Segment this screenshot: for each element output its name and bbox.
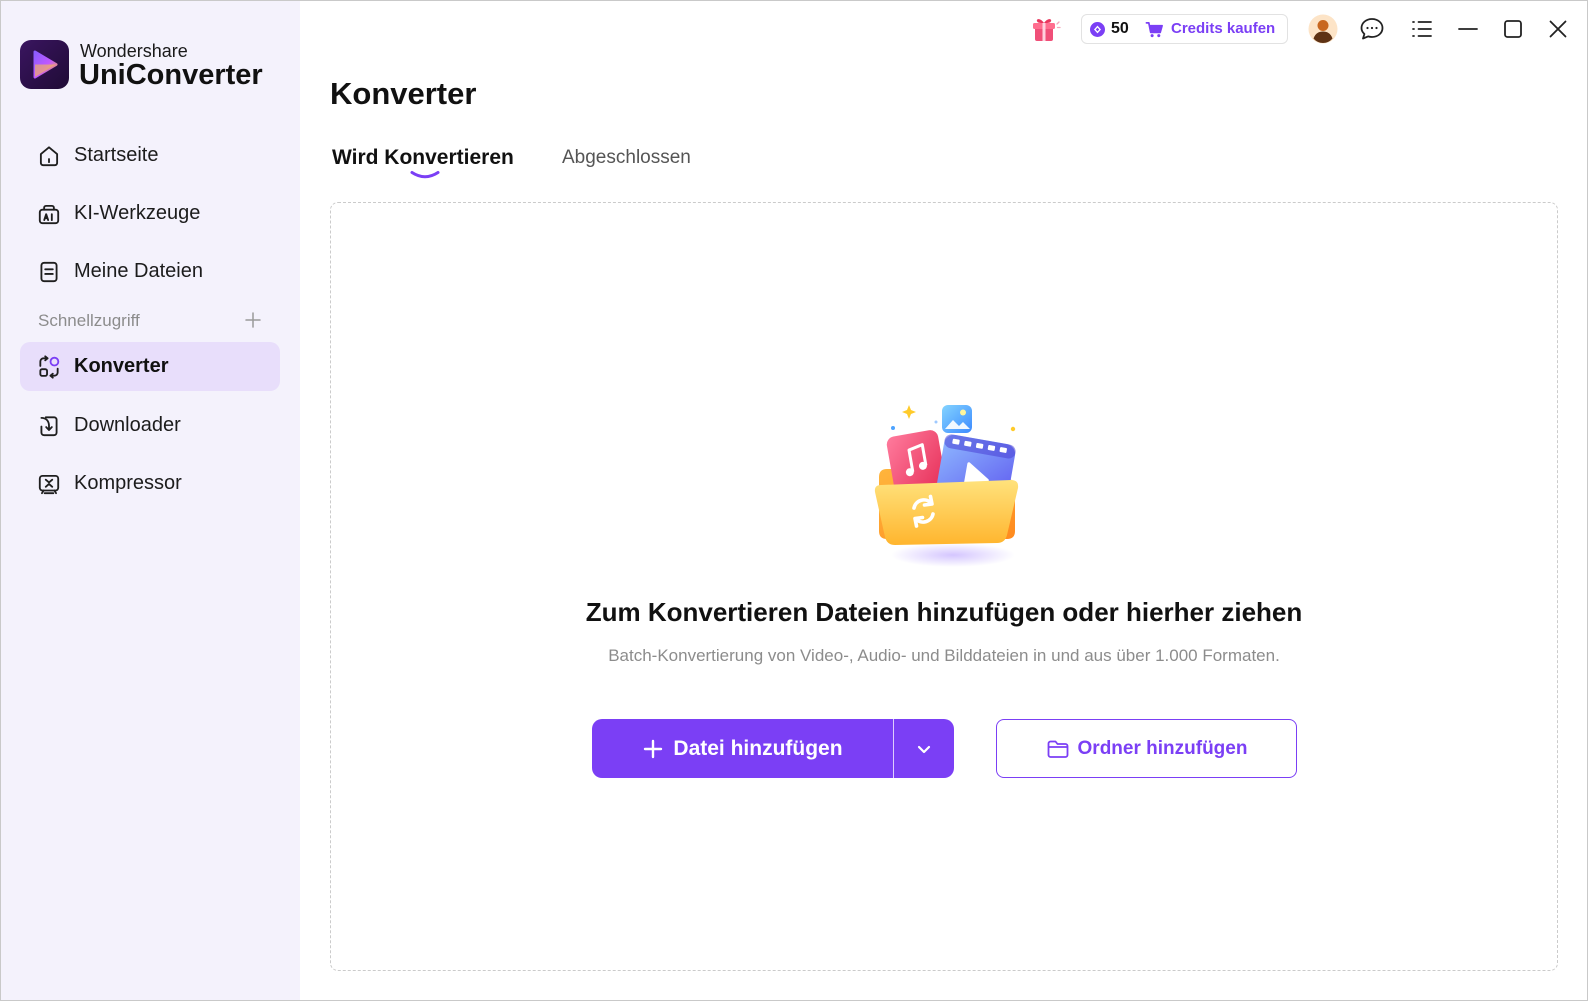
add-file-label: Datei hinzufügen <box>673 736 843 760</box>
credits-count: 50 <box>1111 20 1129 37</box>
plus-icon <box>642 738 664 760</box>
sidebar-item-konverter[interactable]: Konverter <box>20 342 280 391</box>
sidebar-item-label: Kompressor <box>74 472 182 494</box>
brand-name: Wondershare <box>80 41 188 61</box>
sidebar-item-kompressor[interactable]: Kompressor <box>20 459 280 508</box>
sidebar-item-label: KI-Werkzeuge <box>74 202 201 224</box>
add-file-options-button[interactable] <box>894 719 954 778</box>
tab-abgeschlossen[interactable]: Abgeschlossen <box>562 144 691 172</box>
media-folder-illustration <box>873 399 1028 571</box>
tab-wird-konvertieren[interactable]: Wird Konvertieren <box>332 144 514 172</box>
converter-icon <box>36 354 62 380</box>
downloader-icon <box>36 413 62 439</box>
sidebar-item-ki-werkzeuge[interactable]: KI-Werkzeuge <box>20 189 280 238</box>
sidebar-item-startseite[interactable]: Startseite <box>20 131 280 180</box>
product-name: UniConverter <box>79 59 263 91</box>
ai-tools-icon <box>36 201 62 227</box>
add-folder-label: Ordner hinzufügen <box>1077 737 1248 759</box>
active-tab-indicator <box>410 170 440 180</box>
sidebar-item-label: Downloader <box>74 414 181 436</box>
cart-icon <box>1145 20 1164 39</box>
files-icon <box>36 259 62 285</box>
sidebar-item-label: Meine Dateien <box>74 260 203 282</box>
credits-pill[interactable]: 50 Credits kaufen <box>1081 14 1288 44</box>
page-title: Konverter <box>330 76 477 111</box>
minimize-icon[interactable] <box>1458 19 1478 39</box>
sidebar-item-label: Konverter <box>74 355 169 377</box>
app-window: Wondershare UniConverter Startseite KI-W… <box>0 0 1588 1001</box>
sidebar-item-meine-dateien[interactable]: Meine Dateien <box>20 247 280 296</box>
quick-access-label: Schnellzugriff <box>38 311 140 330</box>
maximize-icon[interactable] <box>1503 19 1523 39</box>
sidebar-item-downloader[interactable]: Downloader <box>20 401 280 450</box>
folder-icon <box>1046 737 1070 761</box>
sidebar: Wondershare UniConverter Startseite KI-W… <box>0 0 300 1001</box>
menu-list-icon[interactable] <box>1410 17 1434 41</box>
home-icon <box>36 143 62 169</box>
dropzone-heading: Zum Konvertieren Dateien hinzufügen oder… <box>585 597 1303 627</box>
close-icon[interactable] <box>1548 19 1568 39</box>
buy-credits-link[interactable]: Credits kaufen <box>1171 15 1275 43</box>
file-dropzone[interactable]: Zum Konvertieren Dateien hinzufügen oder… <box>330 202 1558 971</box>
uniconverter-logo-icon[interactable] <box>20 40 69 89</box>
add-file-button[interactable]: Datei hinzufügen <box>592 719 893 778</box>
add-quick-access-button[interactable] <box>242 309 264 331</box>
chat-icon[interactable] <box>1359 16 1385 42</box>
dropzone-description: Batch-Konvertierung von Video-, Audio- u… <box>608 646 1280 665</box>
chevron-down-icon <box>915 740 933 758</box>
compressor-icon <box>36 471 62 497</box>
avatar[interactable] <box>1308 14 1338 44</box>
add-folder-button[interactable]: Ordner hinzufügen <box>996 719 1297 778</box>
gift-icon[interactable] <box>1027 12 1061 46</box>
add-file-split-button: Datei hinzufügen <box>592 719 954 778</box>
plus-icon <box>245 312 261 328</box>
credits-diamond-icon <box>1090 22 1105 37</box>
sidebar-item-label: Startseite <box>74 144 159 166</box>
